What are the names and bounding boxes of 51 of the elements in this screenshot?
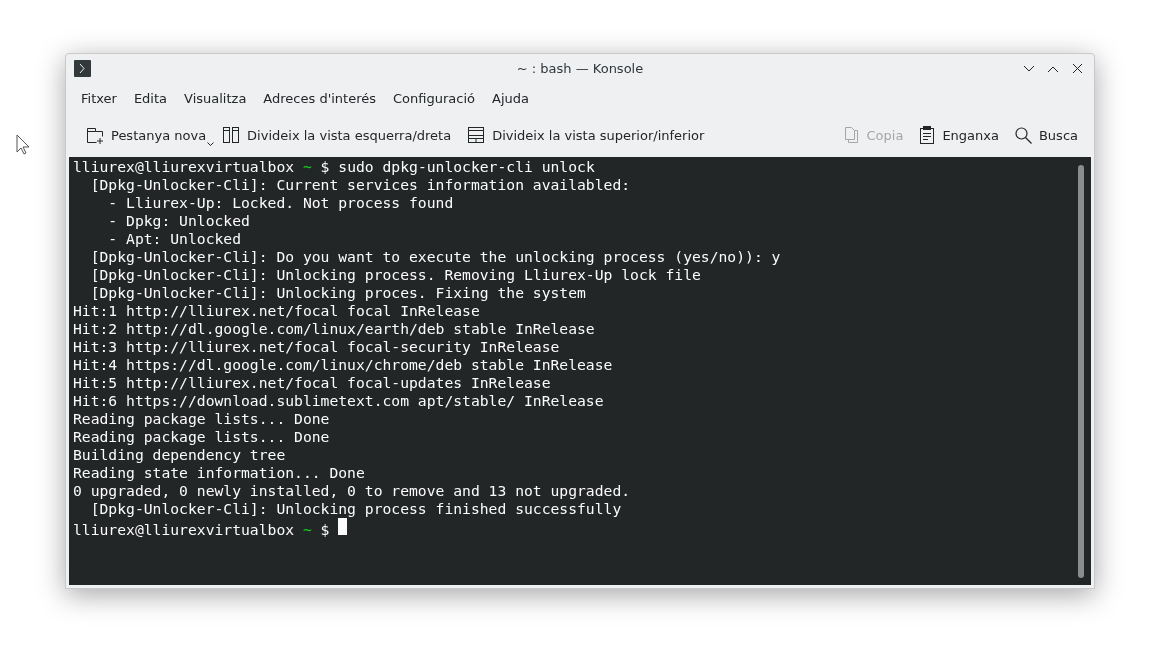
terminal-output-line: Hit:4 https://dl.google.com/linux/chrome/deb stable InRelease xyxy=(73,356,613,373)
close-icon xyxy=(1071,63,1083,74)
menu-item[interactable]: Edita xyxy=(126,86,175,110)
scrollbar[interactable] xyxy=(1078,165,1084,578)
prompt-directory: ~ xyxy=(302,158,312,175)
terminal-output-line: Reading package lists... Done xyxy=(73,428,330,445)
chevron-up-icon xyxy=(1047,64,1059,73)
terminal-output-line: Hit:1 http://lliurex.net/focal focal InRelease xyxy=(73,302,480,319)
terminal-output-line: Reading package lists... Done xyxy=(73,410,330,427)
terminal-output-line: [Dpkg-Unlocker-Cli]: Do you want to execute the unlocking process (yes/no)): y xyxy=(89,248,781,265)
toolbar-button[interactable]: Pestanya nova xyxy=(80,122,213,148)
terminal-area[interactable] xyxy=(69,157,1091,585)
mouse-pointer-icon xyxy=(16,134,30,155)
terminal-output-line: Building dependency tree xyxy=(73,446,286,463)
split-columns-icon xyxy=(222,126,241,144)
search-icon xyxy=(1014,126,1032,144)
split-rows-icon xyxy=(467,126,486,144)
copy-icon xyxy=(843,126,860,144)
new-tab-icon xyxy=(86,126,104,144)
menu-item[interactable]: Configuració xyxy=(386,86,482,110)
menu-item[interactable]: Ajuda xyxy=(485,86,536,110)
window-title: ~ : bash — Konsole xyxy=(516,61,644,76)
menu-item[interactable]: Fitxer xyxy=(74,86,124,110)
menu-item[interactable]: Visualitza xyxy=(177,86,254,110)
toolbar-button[interactable]: Busca xyxy=(1008,122,1084,148)
terminal-output-line: Hit:2 http://dl.google.com/linux/earth/deb stable InRelease xyxy=(73,320,595,337)
toolbar-button[interactable]: Enganxa xyxy=(913,122,1005,148)
terminal-output-line: Hit:3 http://lliurex.net/focal focal-security InRelease xyxy=(73,338,560,355)
terminal-app-icon xyxy=(74,60,91,77)
terminal-output-line: [Dpkg-Unlocker-Cli]: Unlocking process. Removing Lliurex-Up lock file xyxy=(89,266,701,283)
prompt-user: lliurex@lliurexvirtualbox xyxy=(73,521,295,538)
terminal-output-line: - Dpkg: Unlocked xyxy=(107,212,250,229)
terminal-output-line: [Dpkg-Unlocker-Cli]: Unlocking proces. Fixing the system xyxy=(89,284,586,301)
terminal-output-line: Hit:5 http://lliurex.net/focal focal-updates InRelease xyxy=(73,374,551,391)
terminal-output-line: 0 upgraded, 0 newly installed, 0 to remove and 13 not upgraded. xyxy=(73,482,631,499)
terminal-output-line: - Apt: Unlocked xyxy=(107,230,241,247)
clipboard-icon xyxy=(919,126,936,144)
terminal-command: $ xyxy=(320,521,330,538)
toolbar-button[interactable]: Divideix la vista superior/inferior xyxy=(461,122,711,148)
caret-icon xyxy=(207,142,215,147)
terminal-output-line: [Dpkg-Unlocker-Cli]: Unlocking process finished successfully xyxy=(89,500,622,517)
prompt-user: lliurex@lliurexvirtualbox xyxy=(73,158,295,175)
menu-item[interactable]: Adreces d'interés xyxy=(256,86,383,110)
prompt-directory: ~ xyxy=(302,521,312,538)
terminal-output-line: Hit:6 https://download.sublimetext.com apt/stable/ InRelease xyxy=(73,392,604,409)
chevron-down-icon xyxy=(1023,64,1035,73)
terminal-output-line: - Lliurex-Up: Locked. Not process found xyxy=(107,194,454,211)
toolbar-button[interactable]: Divideix la vista esquerra/dreta xyxy=(216,122,458,148)
terminal-output-line: Reading state information... Done xyxy=(73,464,365,481)
terminal-output-line: [Dpkg-Unlocker-Cli]: Current services information availabled: xyxy=(89,176,631,193)
terminal-command: $ sudo dpkg-unlocker-cli unlock xyxy=(320,158,595,175)
